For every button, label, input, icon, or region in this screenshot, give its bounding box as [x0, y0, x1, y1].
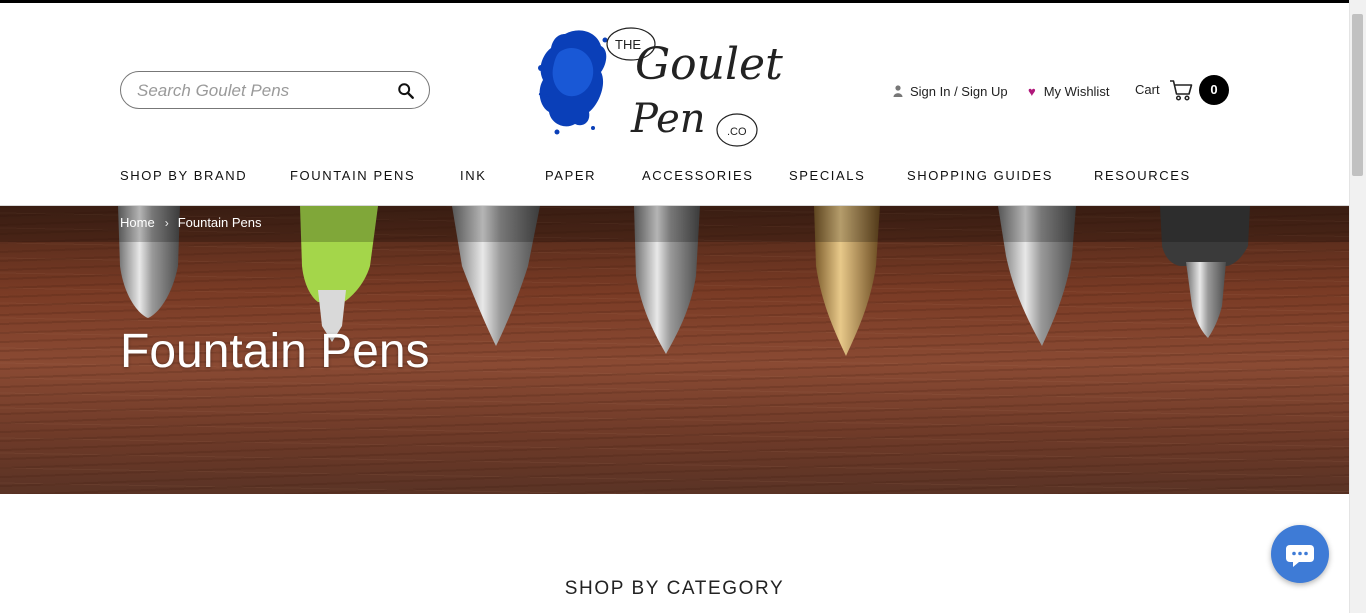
cart-label[interactable]: Cart — [1135, 82, 1160, 97]
cart-count-badge[interactable]: 0 — [1199, 75, 1229, 105]
site-logo[interactable]: THE Goulet Pen .CO — [535, 24, 790, 154]
heart-icon: ♥ — [1028, 83, 1036, 99]
wishlist-label: My Wishlist — [1043, 83, 1110, 99]
nav-item-shopping-guides[interactable]: SHOPPING GUIDES — [907, 168, 1053, 183]
sign-in-link[interactable]: Sign In / Sign Up — [893, 82, 1008, 100]
svg-text:Goulet: Goulet — [635, 39, 783, 90]
nav-item-resources[interactable]: RESOURCES — [1094, 168, 1191, 183]
search-icon[interactable] — [397, 82, 415, 100]
nav-item-shop-by-brand[interactable]: SHOP BY BRAND — [120, 168, 247, 183]
search-input[interactable] — [135, 78, 389, 104]
hero-banner: Home › Fountain Pens Fountain Pens — [0, 206, 1349, 494]
sign-in-label: Sign In / Sign Up — [910, 83, 1008, 99]
cart-icon[interactable] — [1169, 79, 1193, 101]
nav-item-ink[interactable]: INK — [460, 168, 486, 183]
scrollbar-thumb[interactable] — [1352, 14, 1363, 176]
svg-text:.CO: .CO — [727, 126, 747, 138]
nav-item-specials[interactable]: SPECIALS — [789, 168, 865, 183]
section-title: SHOP BY CATEGORY — [564, 578, 785, 599]
chat-button[interactable] — [1271, 525, 1329, 583]
breadcrumb-home[interactable]: Home — [120, 215, 155, 230]
page-title: Fountain Pens — [120, 325, 430, 378]
search-box[interactable] — [120, 71, 430, 109]
nav-item-fountain-pens[interactable]: FOUNTAIN PENS — [290, 168, 415, 183]
wishlist-link[interactable]: ♥ My Wishlist — [1028, 82, 1109, 100]
nav-item-paper[interactable]: PAPER — [545, 168, 596, 183]
scrollbar[interactable] — [1349, 0, 1366, 613]
top-border — [0, 0, 1366, 3]
chevron-right-icon: › — [164, 215, 169, 230]
nav-item-accessories[interactable]: ACCESSORIES — [642, 168, 754, 183]
svg-text:Pen: Pen — [630, 96, 706, 142]
breadcrumb: Home › Fountain Pens — [120, 215, 262, 230]
breadcrumb-current: Fountain Pens — [177, 215, 262, 230]
user-icon — [893, 85, 903, 97]
chat-icon — [1286, 545, 1314, 567]
main-nav: SHOP BY BRAND FOUNTAIN PENS INK PAPER AC… — [0, 168, 1349, 190]
